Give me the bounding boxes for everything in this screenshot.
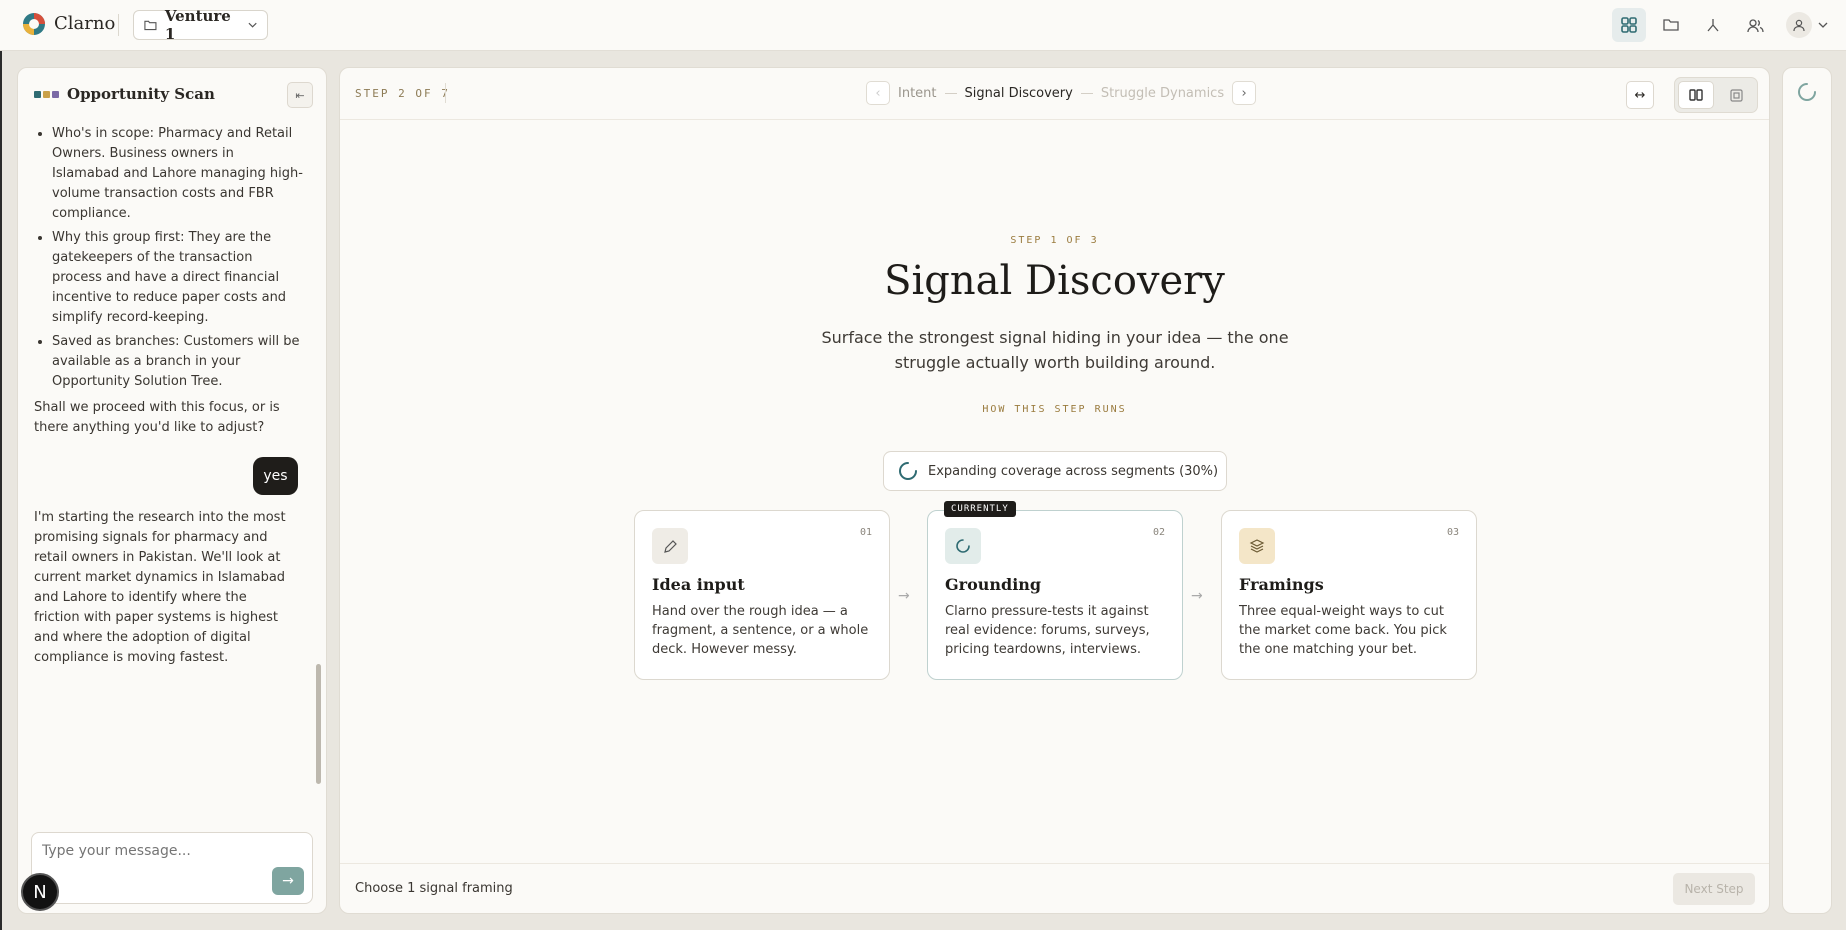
focus-view-option[interactable] <box>1718 81 1754 109</box>
project-selector[interactable]: Venture 1 <box>133 7 268 43</box>
scroll-thumb[interactable] <box>316 664 321 784</box>
card-description: Clarno pressure-tests it against real ev… <box>945 604 1150 657</box>
collapse-panel-button[interactable]: ⇤ <box>287 82 313 108</box>
brand-name[interactable]: Clarno <box>54 13 115 34</box>
account-menu[interactable] <box>1786 12 1828 38</box>
user-icon <box>1793 19 1805 32</box>
divider <box>445 83 446 103</box>
team-button[interactable] <box>1738 8 1772 42</box>
chat-scrollbar[interactable] <box>316 124 322 824</box>
chat-message-assistant: Who's in scope: Pharmacy and Retail Owne… <box>34 124 304 438</box>
icon-box <box>1239 528 1275 564</box>
folder-open-icon <box>1662 19 1679 31</box>
chat-bullet: Why this group first: They are the gatek… <box>52 228 304 328</box>
chevron-left-icon: ‹ <box>875 85 881 101</box>
footer-instruction: Choose 1 signal framing <box>355 881 513 896</box>
message-input[interactable] <box>42 843 262 859</box>
clarno-logo-icon <box>23 13 45 35</box>
substep-label: STEP 1 OF 3 <box>1010 235 1099 246</box>
right-side-panel <box>1782 67 1832 914</box>
expand-width-button[interactable]: ↔ <box>1626 81 1654 109</box>
next-step-nav-button[interactable]: › <box>1232 81 1257 105</box>
pencil-icon <box>663 539 677 553</box>
focus-icon <box>1729 88 1743 102</box>
users-icon <box>1746 18 1764 32</box>
grid-view-button[interactable] <box>1612 8 1646 42</box>
page-subtitle: Surface the strongest signal hiding in y… <box>821 328 1289 372</box>
card-idea-input: 01 Idea input Hand over the rough idea —… <box>634 510 890 680</box>
step-footer: Choose 1 signal framing Next Step <box>340 863 1769 913</box>
send-button[interactable]: → <box>272 867 304 895</box>
step-intent[interactable]: Intent <box>898 86 937 101</box>
chat-composer: → <box>31 832 313 904</box>
chat-header: Opportunity Scan ⇤ <box>18 68 326 120</box>
files-button[interactable] <box>1654 8 1688 42</box>
view-toggle <box>1674 77 1758 113</box>
card-title: Grounding <box>945 575 1042 594</box>
expand-horizontal-icon: ↔ <box>1634 87 1646 103</box>
card-description: Hand over the rough idea — a fragment, a… <box>652 604 869 657</box>
chat-message-assistant-reply: I'm starting the research into the most … <box>34 510 286 665</box>
step-cards: 01 Idea input Hand over the rough idea —… <box>634 501 1478 680</box>
page-title: Signal Discovery <box>884 258 1225 304</box>
card-title: Idea input <box>652 575 745 594</box>
branch-icon <box>1707 19 1719 32</box>
folder-icon <box>144 20 157 31</box>
prev-step-button[interactable]: ‹ <box>866 81 890 105</box>
collapse-icon: ⇤ <box>295 88 305 102</box>
step-signal-discovery[interactable]: Signal Discovery <box>965 86 1073 101</box>
how-it-runs-label: HOW THIS STEP RUNS <box>982 404 1127 415</box>
step-content: STEP 1 OF 3 Signal Discovery Surface the… <box>340 120 1769 865</box>
window-edge <box>0 0 2 930</box>
layers-icon <box>1249 539 1265 553</box>
grid-icon <box>1621 17 1637 33</box>
icon-box <box>945 528 981 564</box>
split-view-option[interactable] <box>1678 81 1714 109</box>
dev-badge[interactable]: N <box>21 873 59 911</box>
step-header: STEP 2 OF 7 ‹ Intent Signal Discovery St… <box>340 68 1769 120</box>
chat-message-user: yes <box>253 457 298 495</box>
chevron-down-icon <box>248 22 257 28</box>
columns-icon <box>1689 89 1703 101</box>
step-counter: STEP 2 OF 7 <box>355 87 450 100</box>
card-number: 02 <box>1152 527 1165 538</box>
chat-title: Opportunity Scan <box>67 85 215 103</box>
loading-spinner-icon <box>899 462 917 480</box>
current-badge: CURRENTLY <box>944 501 1016 517</box>
progress-status: Expanding coverage across segments (30%) <box>883 451 1227 491</box>
chat-panel: Opportunity Scan ⇤ Who's in scope: Pharm… <box>17 67 327 914</box>
next-step-button[interactable]: Next Step <box>1673 873 1755 905</box>
arrow-right-icon: → <box>1191 588 1203 604</box>
loading-spinner-icon <box>1798 83 1816 101</box>
main-panel: STEP 2 OF 7 ‹ Intent Signal Discovery St… <box>339 67 1770 914</box>
stepper: ‹ Intent Signal Discovery Struggle Dynam… <box>866 81 1257 105</box>
card-grounding: CURRENTLY 02 Grounding Clarno pressure-t… <box>927 501 1183 680</box>
chat-bullet: Who's in scope: Pharmacy and Retail Owne… <box>52 124 304 224</box>
icon-box <box>652 528 688 564</box>
top-bar: Clarno Venture 1 <box>0 0 1846 51</box>
card-title: Framings <box>1239 575 1324 594</box>
arrow-right-icon: → <box>898 588 910 604</box>
avatar <box>1786 12 1812 38</box>
loading-spinner-icon <box>956 539 970 553</box>
card-number: 01 <box>859 527 872 538</box>
card-description: Three equal-weight ways to cut the marke… <box>1239 604 1447 657</box>
arrow-right-icon: → <box>282 873 294 889</box>
step-connector <box>944 92 957 94</box>
tree-button[interactable] <box>1696 8 1730 42</box>
card-framings: 03 Framings Three equal-weight ways to c… <box>1221 510 1477 680</box>
card-number: 03 <box>1446 527 1459 538</box>
progress-text: Expanding coverage across segments (30%) <box>928 463 1219 479</box>
step-struggle-dynamics[interactable]: Struggle Dynamics <box>1101 86 1224 101</box>
project-name: Venture 1 <box>164 7 231 43</box>
chevron-down-icon <box>1818 22 1828 28</box>
chat-question: Shall we proceed with this focus, or is … <box>34 400 280 435</box>
chat-bullet: Saved as branches: Customers will be ava… <box>52 332 304 392</box>
panel-dots-icon <box>34 90 59 98</box>
divider <box>118 14 119 36</box>
step-connector <box>1080 92 1093 94</box>
chevron-right-icon: › <box>1241 85 1247 101</box>
